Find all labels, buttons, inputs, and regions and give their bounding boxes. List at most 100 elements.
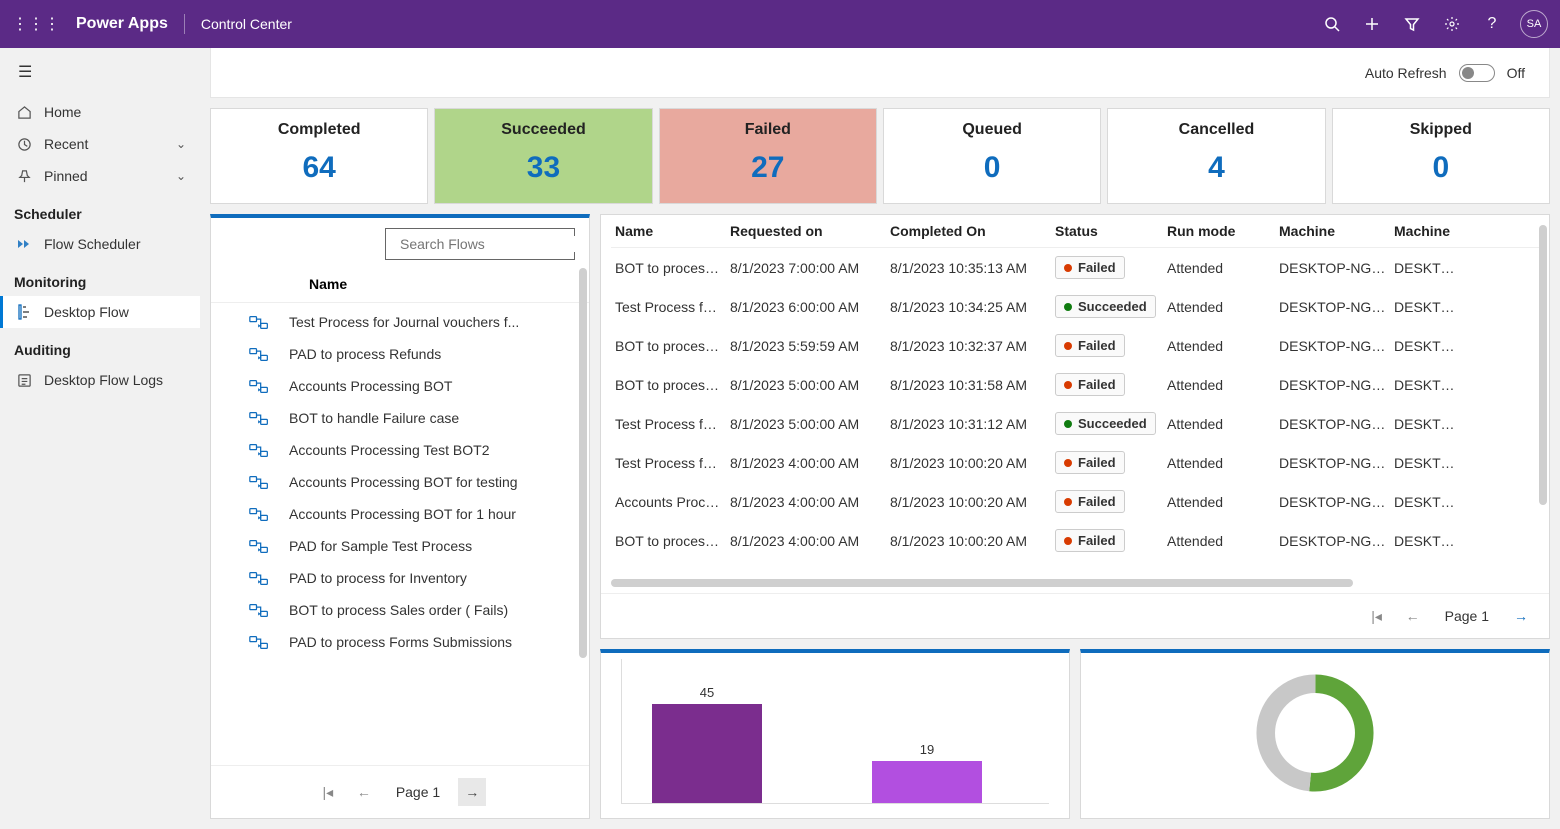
stat-value: 4 <box>1116 151 1316 185</box>
run-mode: Attended <box>1167 377 1279 393</box>
col-completed[interactable]: Completed On <box>890 223 1055 239</box>
pager-first-icon[interactable]: |◂ <box>1363 602 1391 630</box>
flow-item-icon <box>229 507 289 522</box>
flow-list-item[interactable]: PAD for Sample Test Process <box>225 530 575 562</box>
pager-next-icon[interactable]: → <box>458 778 486 806</box>
chevron-down-icon: ⌄ <box>176 137 186 151</box>
runs-row[interactable]: Test Process for ...8/1/2023 4:00:00 AM8… <box>611 443 1539 482</box>
pager-prev-icon[interactable]: ← <box>350 778 378 806</box>
nav-pinned[interactable]: Pinned ⌄ <box>0 160 200 192</box>
flow-item-icon <box>229 475 289 490</box>
stat-card[interactable]: Succeeded33 <box>434 108 652 204</box>
run-completed: 8/1/2023 10:34:25 AM <box>890 299 1055 315</box>
stat-card[interactable]: Completed64 <box>210 108 428 204</box>
auto-refresh-label: Auto Refresh <box>1365 65 1447 81</box>
run-machine2: DESKTOP- <box>1394 338 1464 354</box>
flow-item-name: PAD to process for Inventory <box>289 570 571 586</box>
status-text: Failed <box>1078 338 1116 353</box>
flow-item-icon <box>229 411 289 426</box>
col-machine2[interactable]: Machine <box>1394 223 1464 239</box>
stat-value: 0 <box>1341 151 1541 185</box>
col-status[interactable]: Status <box>1055 223 1167 239</box>
runs-row[interactable]: Accounts Proces...8/1/2023 4:00:00 AM8/1… <box>611 482 1539 521</box>
auto-refresh-toggle[interactable] <box>1459 64 1495 82</box>
stat-card[interactable]: Queued0 <box>883 108 1101 204</box>
run-status: Succeeded <box>1055 295 1167 318</box>
flow-list-item[interactable]: Accounts Processing BOT for 1 hour <box>225 498 575 530</box>
runs-row[interactable]: BOT to process ...8/1/2023 5:59:59 AM8/1… <box>611 326 1539 365</box>
runs-row[interactable]: BOT to process ...8/1/2023 5:00:00 AM8/1… <box>611 365 1539 404</box>
runs-row[interactable]: BOT to process ...8/1/2023 4:00:00 AM8/1… <box>611 521 1539 560</box>
flow-item-icon <box>229 379 289 394</box>
runs-hscrollbar[interactable] <box>611 579 1539 589</box>
run-mode: Attended <box>1167 260 1279 276</box>
help-icon[interactable]: ? <box>1472 4 1512 44</box>
nav-desktop-flow-logs[interactable]: Desktop Flow Logs <box>0 364 200 396</box>
stat-card[interactable]: Cancelled4 <box>1107 108 1325 204</box>
col-requested[interactable]: Requested on <box>730 223 890 239</box>
run-machine: DESKTOP-NG38... <box>1279 377 1394 393</box>
flow-list-item[interactable]: PAD to process Refunds <box>225 338 575 370</box>
run-machine2: DESKTOP- <box>1394 299 1464 315</box>
settings-icon[interactable] <box>1432 4 1472 44</box>
run-requested: 8/1/2023 4:00:00 AM <box>730 494 890 510</box>
user-avatar[interactable]: SA <box>1520 10 1548 38</box>
nav-recent[interactable]: Recent ⌄ <box>0 128 200 160</box>
col-name[interactable]: Name <box>615 223 730 239</box>
run-name: Test Process for ... <box>615 299 730 315</box>
toggle-state: Off <box>1507 65 1525 81</box>
stat-card[interactable]: Skipped0 <box>1332 108 1550 204</box>
status-dot-icon <box>1064 498 1072 506</box>
status-text: Failed <box>1078 377 1116 392</box>
flows-panel: Name Test Process for Journal vouchers f… <box>210 214 590 819</box>
status-text: Failed <box>1078 260 1116 275</box>
flow-list-item[interactable]: BOT to handle Failure case <box>225 402 575 434</box>
flow-list-item[interactable]: Accounts Processing BOT for testing <box>225 466 575 498</box>
flow-list-item[interactable]: Test Process for Journal vouchers f... <box>225 306 575 338</box>
stats-row: Completed64Succeeded33Failed27Queued0Can… <box>210 108 1550 204</box>
status-dot-icon <box>1064 537 1072 545</box>
flow-list-item[interactable]: BOT to process Sales order ( Fails) <box>225 594 575 626</box>
pager-first-icon[interactable]: |◂ <box>314 778 342 806</box>
pager-prev-icon[interactable]: ← <box>1399 602 1427 630</box>
bar-value-label: 19 <box>920 742 934 757</box>
status-dot-icon <box>1064 264 1072 272</box>
run-machine: DESKTOP-NG38... <box>1279 494 1394 510</box>
run-completed: 8/1/2023 10:31:58 AM <box>890 377 1055 393</box>
col-machine[interactable]: Machine <box>1279 223 1394 239</box>
runs-row[interactable]: Test Process for ...8/1/2023 6:00:00 AM8… <box>611 287 1539 326</box>
stat-card[interactable]: Failed27 <box>659 108 877 204</box>
flow-list-item[interactable]: Accounts Processing Test BOT2 <box>225 434 575 466</box>
nav-label: Desktop Flow Logs <box>44 372 163 388</box>
hamburger-icon[interactable]: ☰ <box>0 48 200 96</box>
filter-icon[interactable] <box>1392 4 1432 44</box>
search-icon[interactable] <box>1312 4 1352 44</box>
section-monitoring: Monitoring <box>0 260 200 296</box>
nav-home[interactable]: Home <box>0 96 200 128</box>
col-runmode[interactable]: Run mode <box>1167 223 1279 239</box>
run-requested: 8/1/2023 5:59:59 AM <box>730 338 890 354</box>
run-completed: 8/1/2023 10:31:12 AM <box>890 416 1055 432</box>
search-flows-input[interactable] <box>400 236 581 252</box>
waffle-icon[interactable]: ⋮⋮⋮ <box>12 14 60 34</box>
pager-page-label: Page 1 <box>386 784 450 800</box>
flows-pager: |◂ ← Page 1 → <box>211 765 589 818</box>
flow-list-item[interactable]: PAD to process for Inventory <box>225 562 575 594</box>
runs-row[interactable]: Test Process for ...8/1/2023 5:00:00 AM8… <box>611 404 1539 443</box>
run-status: Failed <box>1055 529 1167 552</box>
stat-label: Queued <box>892 121 1092 139</box>
flows-scrollbar[interactable] <box>579 268 587 658</box>
run-completed: 8/1/2023 10:00:20 AM <box>890 533 1055 549</box>
add-icon[interactable] <box>1352 4 1392 44</box>
nav-flow-scheduler[interactable]: Flow Scheduler <box>0 228 200 260</box>
search-flows-input-wrap[interactable] <box>385 228 575 260</box>
run-requested: 8/1/2023 6:00:00 AM <box>730 299 890 315</box>
flow-list-item[interactable]: PAD to process Forms Submissions <box>225 626 575 658</box>
runs-vscrollbar[interactable] <box>1539 225 1547 505</box>
nav-desktop-flow[interactable]: Desktop Flow <box>0 296 200 328</box>
run-completed: 8/1/2023 10:35:13 AM <box>890 260 1055 276</box>
runs-row[interactable]: BOT to process ...8/1/2023 7:00:00 AM8/1… <box>611 248 1539 287</box>
pager-next-icon[interactable]: → <box>1507 602 1535 630</box>
flows-list[interactable]: Test Process for Journal vouchers f...PA… <box>211 303 589 765</box>
flow-list-item[interactable]: Accounts Processing BOT <box>225 370 575 402</box>
